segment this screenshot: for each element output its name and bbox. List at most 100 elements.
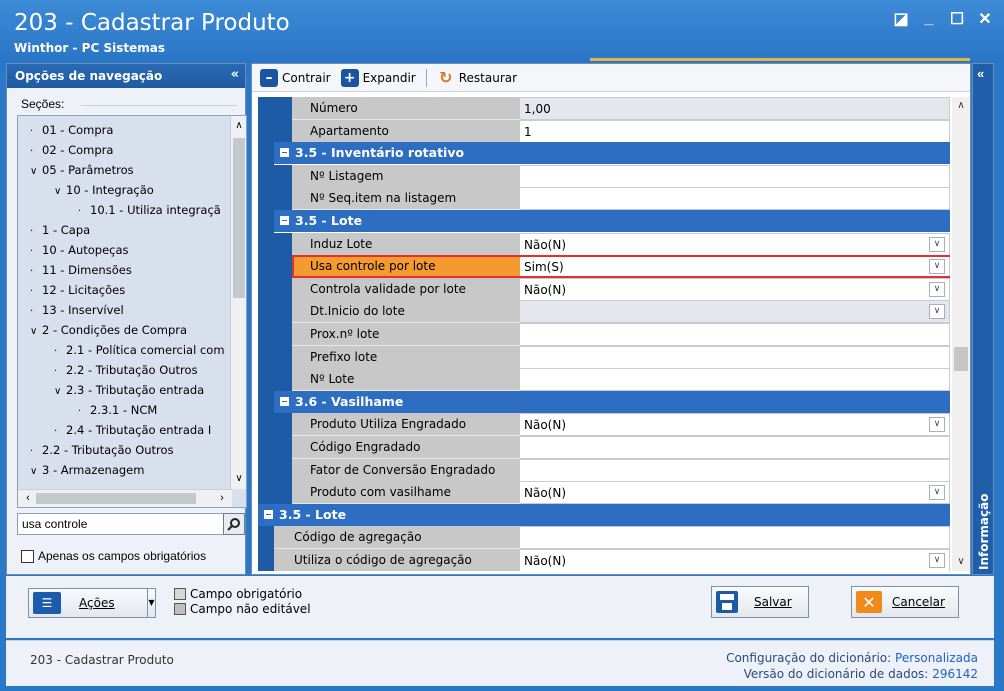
collapse-section-icon[interactable] <box>280 397 289 406</box>
collapse-button[interactable]: – Contrair <box>260 68 331 87</box>
collapse-section-icon[interactable] <box>280 216 289 225</box>
chevron-down-icon[interactable]: ∨ <box>929 237 945 252</box>
grid-field-row[interactable]: Prefixo lote <box>258 346 950 369</box>
tree-item[interactable]: · 13 - Inservível <box>30 300 124 320</box>
save-button[interactable]: Salvar <box>711 586 809 618</box>
search-button[interactable] <box>223 513 245 535</box>
scroll-up-icon[interactable]: ∧ <box>231 118 246 134</box>
expand-toggle-icon[interactable]: ∨ <box>54 382 66 402</box>
scroll-down-icon[interactable]: ∨ <box>231 471 246 487</box>
tree-item[interactable]: · 10.1 - Utiliza integraçã <box>78 200 221 220</box>
field-input[interactable] <box>520 526 950 549</box>
scroll-thumb[interactable] <box>233 138 245 298</box>
cancel-button[interactable]: ✕ Cancelar <box>851 586 959 618</box>
field-select[interactable]: Não(N) ∨ <box>520 549 950 571</box>
grid-field-row[interactable]: Nº Seq.item na listagem <box>258 187 950 210</box>
field-input[interactable]: 1 <box>520 120 950 143</box>
grid-scroll-thumb[interactable] <box>954 347 968 371</box>
restore-layout-icon[interactable]: ◪ <box>892 10 910 28</box>
chevron-down-icon[interactable]: ∨ <box>929 485 945 500</box>
field-input[interactable] <box>520 368 950 391</box>
collapse-section-icon[interactable] <box>264 510 273 519</box>
chevron-down-icon[interactable]: ∨ <box>929 259 945 274</box>
tree-item[interactable]: ∨ 10 - Integração <box>54 180 154 200</box>
grid-field-row[interactable]: Código de agregação <box>258 526 950 549</box>
property-grid[interactable]: Número 1,00 Apartamento 1 3.5 - Inventário r… <box>258 97 950 571</box>
field-input[interactable] <box>520 323 950 346</box>
chevron-down-icon[interactable]: ∨ <box>929 282 945 297</box>
collapse-nav-icon[interactable]: « <box>231 67 239 82</box>
tree-item[interactable]: · 1 - Capa <box>30 220 90 240</box>
grid-field-row[interactable]: Induz Lote Não(N) ∨ <box>258 233 950 256</box>
sections-tree[interactable]: ∧ ∨ ‹ › · 01 - Compra · 02 - Compra ∨ 05 - Pa… <box>17 115 247 508</box>
tree-item[interactable]: · 12 - Licitações <box>30 280 125 300</box>
field-select[interactable]: Não(N) ∨ <box>520 481 950 504</box>
scroll-down-icon[interactable]: ∨ <box>952 553 970 571</box>
scroll-right-icon[interactable]: › <box>214 490 230 506</box>
field-select[interactable]: Não(N) ∨ <box>520 233 950 256</box>
tree-item[interactable]: ∨ 05 - Parâmetros <box>30 160 134 180</box>
field-input[interactable] <box>520 165 950 188</box>
scroll-left-icon[interactable]: ‹ <box>20 490 36 506</box>
expand-toggle-icon[interactable]: ∨ <box>30 462 42 482</box>
grid-field-row[interactable]: Dt.Inicio do lote ∨ <box>258 300 950 323</box>
only-required-checkbox[interactable] <box>21 549 34 563</box>
field-input[interactable]: 1,00 <box>520 97 950 120</box>
only-required-filter[interactable]: Apenas os campos obrigatórios <box>21 549 206 563</box>
grid-section-header[interactable]: 3.6 - Vasilhame <box>274 391 950 413</box>
scroll-up-icon[interactable]: ∧ <box>952 97 970 115</box>
tree-item[interactable]: · 2.2 - Tributação Outros <box>54 360 198 380</box>
grid-section-header[interactable]: 3.5 - Inventário rotativo <box>274 142 950 164</box>
field-select[interactable]: Não(N) ∨ <box>520 278 950 301</box>
maximize-icon[interactable]: ☐ <box>948 10 966 28</box>
expand-toggle-icon[interactable]: ∨ <box>54 182 66 202</box>
tree-horizontal-scrollbar[interactable]: ‹ › <box>18 489 232 507</box>
tree-item[interactable]: · 02 - Compra <box>30 140 113 160</box>
grid-field-row[interactable]: Fator de Conversão Engradado <box>258 459 950 482</box>
field-input[interactable] <box>520 436 950 459</box>
actions-button[interactable]: ☰ Ações ▼ <box>28 588 156 618</box>
grid-field-row[interactable]: Apartamento 1 <box>258 120 950 143</box>
tree-item[interactable]: · 2.2 - Tributação Outros <box>30 440 174 460</box>
field-input[interactable] <box>520 346 950 369</box>
field-select[interactable]: ∨ <box>520 300 950 323</box>
grid-field-row[interactable]: Código Engradado <box>258 436 950 459</box>
field-select[interactable]: Sim(S) ∨ <box>520 255 950 278</box>
grid-field-row[interactable]: Produto Utiliza Engradado Não(N) ∨ <box>258 413 950 436</box>
expand-toggle-icon[interactable]: ∨ <box>30 322 42 342</box>
field-select[interactable]: Não(N) ∨ <box>520 413 950 436</box>
tree-item[interactable]: · 2.1 - Política comercial com <box>54 340 225 360</box>
actions-dropdown-icon[interactable]: ▼ <box>147 589 155 617</box>
section-search-input[interactable]: usa controle <box>17 513 225 535</box>
grid-field-row[interactable]: Utiliza o código de agregação Não(N) ∨ <box>258 549 950 571</box>
tree-item[interactable]: · 2.3.1 - NCM <box>78 400 157 420</box>
tree-item[interactable]: · 01 - Compra <box>30 120 113 140</box>
tree-item[interactable]: · 11 - Dimensões <box>30 260 132 280</box>
tree-item[interactable]: ∨ 3 - Armazenagem <box>30 460 144 480</box>
tree-item[interactable]: ∨ 2 - Condições de Compra <box>30 320 187 340</box>
chevron-down-icon[interactable]: ∨ <box>929 304 945 319</box>
grid-vertical-scrollbar[interactable]: ∧ ∨ <box>952 97 970 571</box>
minimize-icon[interactable]: _ <box>920 10 938 28</box>
hscroll-thumb[interactable] <box>36 493 196 504</box>
chevron-down-icon[interactable]: ∨ <box>929 553 945 568</box>
grid-field-row[interactable]: Usa controle por lote Sim(S) ∨ <box>258 255 950 278</box>
expand-info-icon[interactable]: « <box>977 66 984 81</box>
grid-field-row[interactable]: Nº Lote <box>258 368 950 391</box>
grid-field-row[interactable]: Produto com vasilhame Não(N) ∨ <box>258 481 950 504</box>
grid-section-header[interactable]: 3.5 - Lote <box>274 210 950 232</box>
tree-item[interactable]: · 2.4 - Tributação entrada I <box>54 420 211 440</box>
collapse-section-icon[interactable] <box>280 148 289 157</box>
grid-section-header[interactable]: 3.5 - Lote <box>258 504 950 526</box>
close-icon[interactable]: ✕ <box>976 10 994 28</box>
tree-item[interactable]: · 10 - Autopeças <box>30 240 129 260</box>
grid-field-row[interactable]: Número 1,00 <box>258 97 950 120</box>
expand-toggle-icon[interactable]: ∨ <box>30 162 42 182</box>
field-input[interactable] <box>520 459 950 482</box>
field-input[interactable] <box>520 187 950 210</box>
grid-field-row[interactable]: Nº Listagem <box>258 165 950 188</box>
expand-button[interactable]: + Expandir <box>340 68 416 87</box>
restore-button[interactable]: ↻ Restaurar <box>437 69 517 87</box>
chevron-down-icon[interactable]: ∨ <box>929 417 945 432</box>
tree-vertical-scrollbar[interactable]: ∧ ∨ <box>230 116 246 489</box>
